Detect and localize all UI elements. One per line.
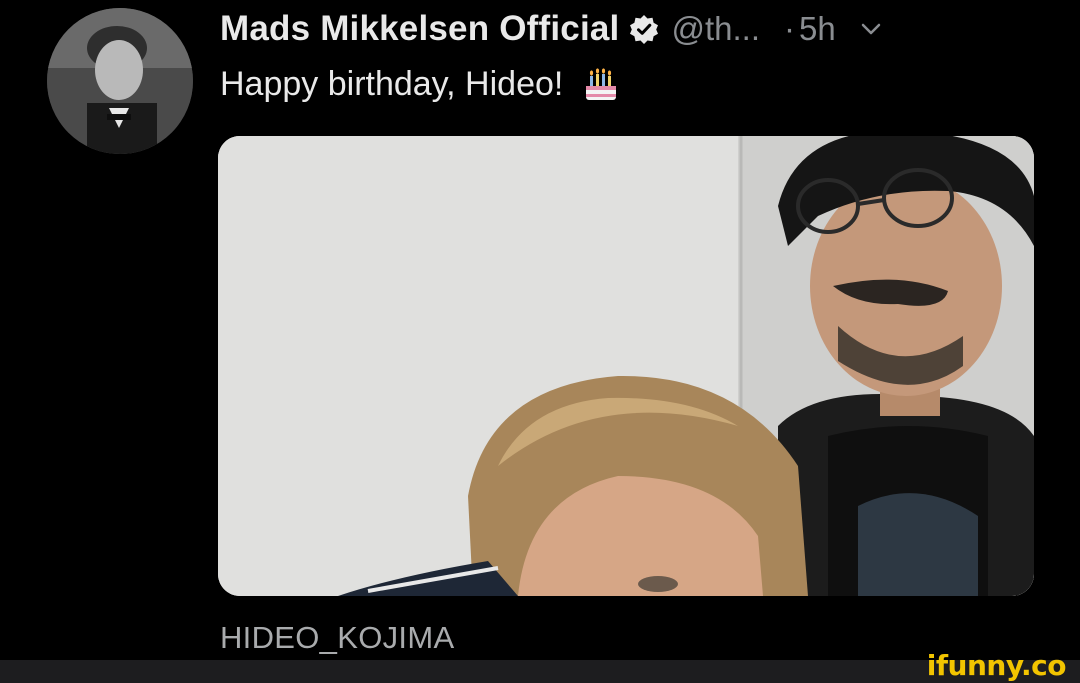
birthday-cake-icon [581, 64, 621, 104]
watermark-bar [0, 660, 1080, 683]
tweet-text: Happy birthday, Hideo! [220, 64, 564, 103]
ifunny-watermark: ifunny.co [926, 649, 1067, 682]
timestamp[interactable]: 5h [799, 10, 836, 48]
chevron-down-icon[interactable] [858, 16, 884, 42]
tweet-media-photo[interactable] [218, 136, 1034, 596]
tweet-card: Mads Mikkelsen Official @th... · 5h Happ… [0, 0, 1080, 683]
tweet-body: Happy birthday, Hideo! [220, 64, 621, 104]
verified-badge-icon [629, 14, 659, 44]
user-handle[interactable]: @th... [671, 10, 760, 48]
separator-dot: · [784, 10, 795, 47]
tweet-header: Mads Mikkelsen Official @th... · 5h [220, 6, 884, 52]
avatar[interactable] [47, 8, 193, 154]
photo-tag-link[interactable]: HIDEO_KOJIMA [220, 620, 454, 656]
display-name[interactable]: Mads Mikkelsen Official [220, 9, 619, 49]
